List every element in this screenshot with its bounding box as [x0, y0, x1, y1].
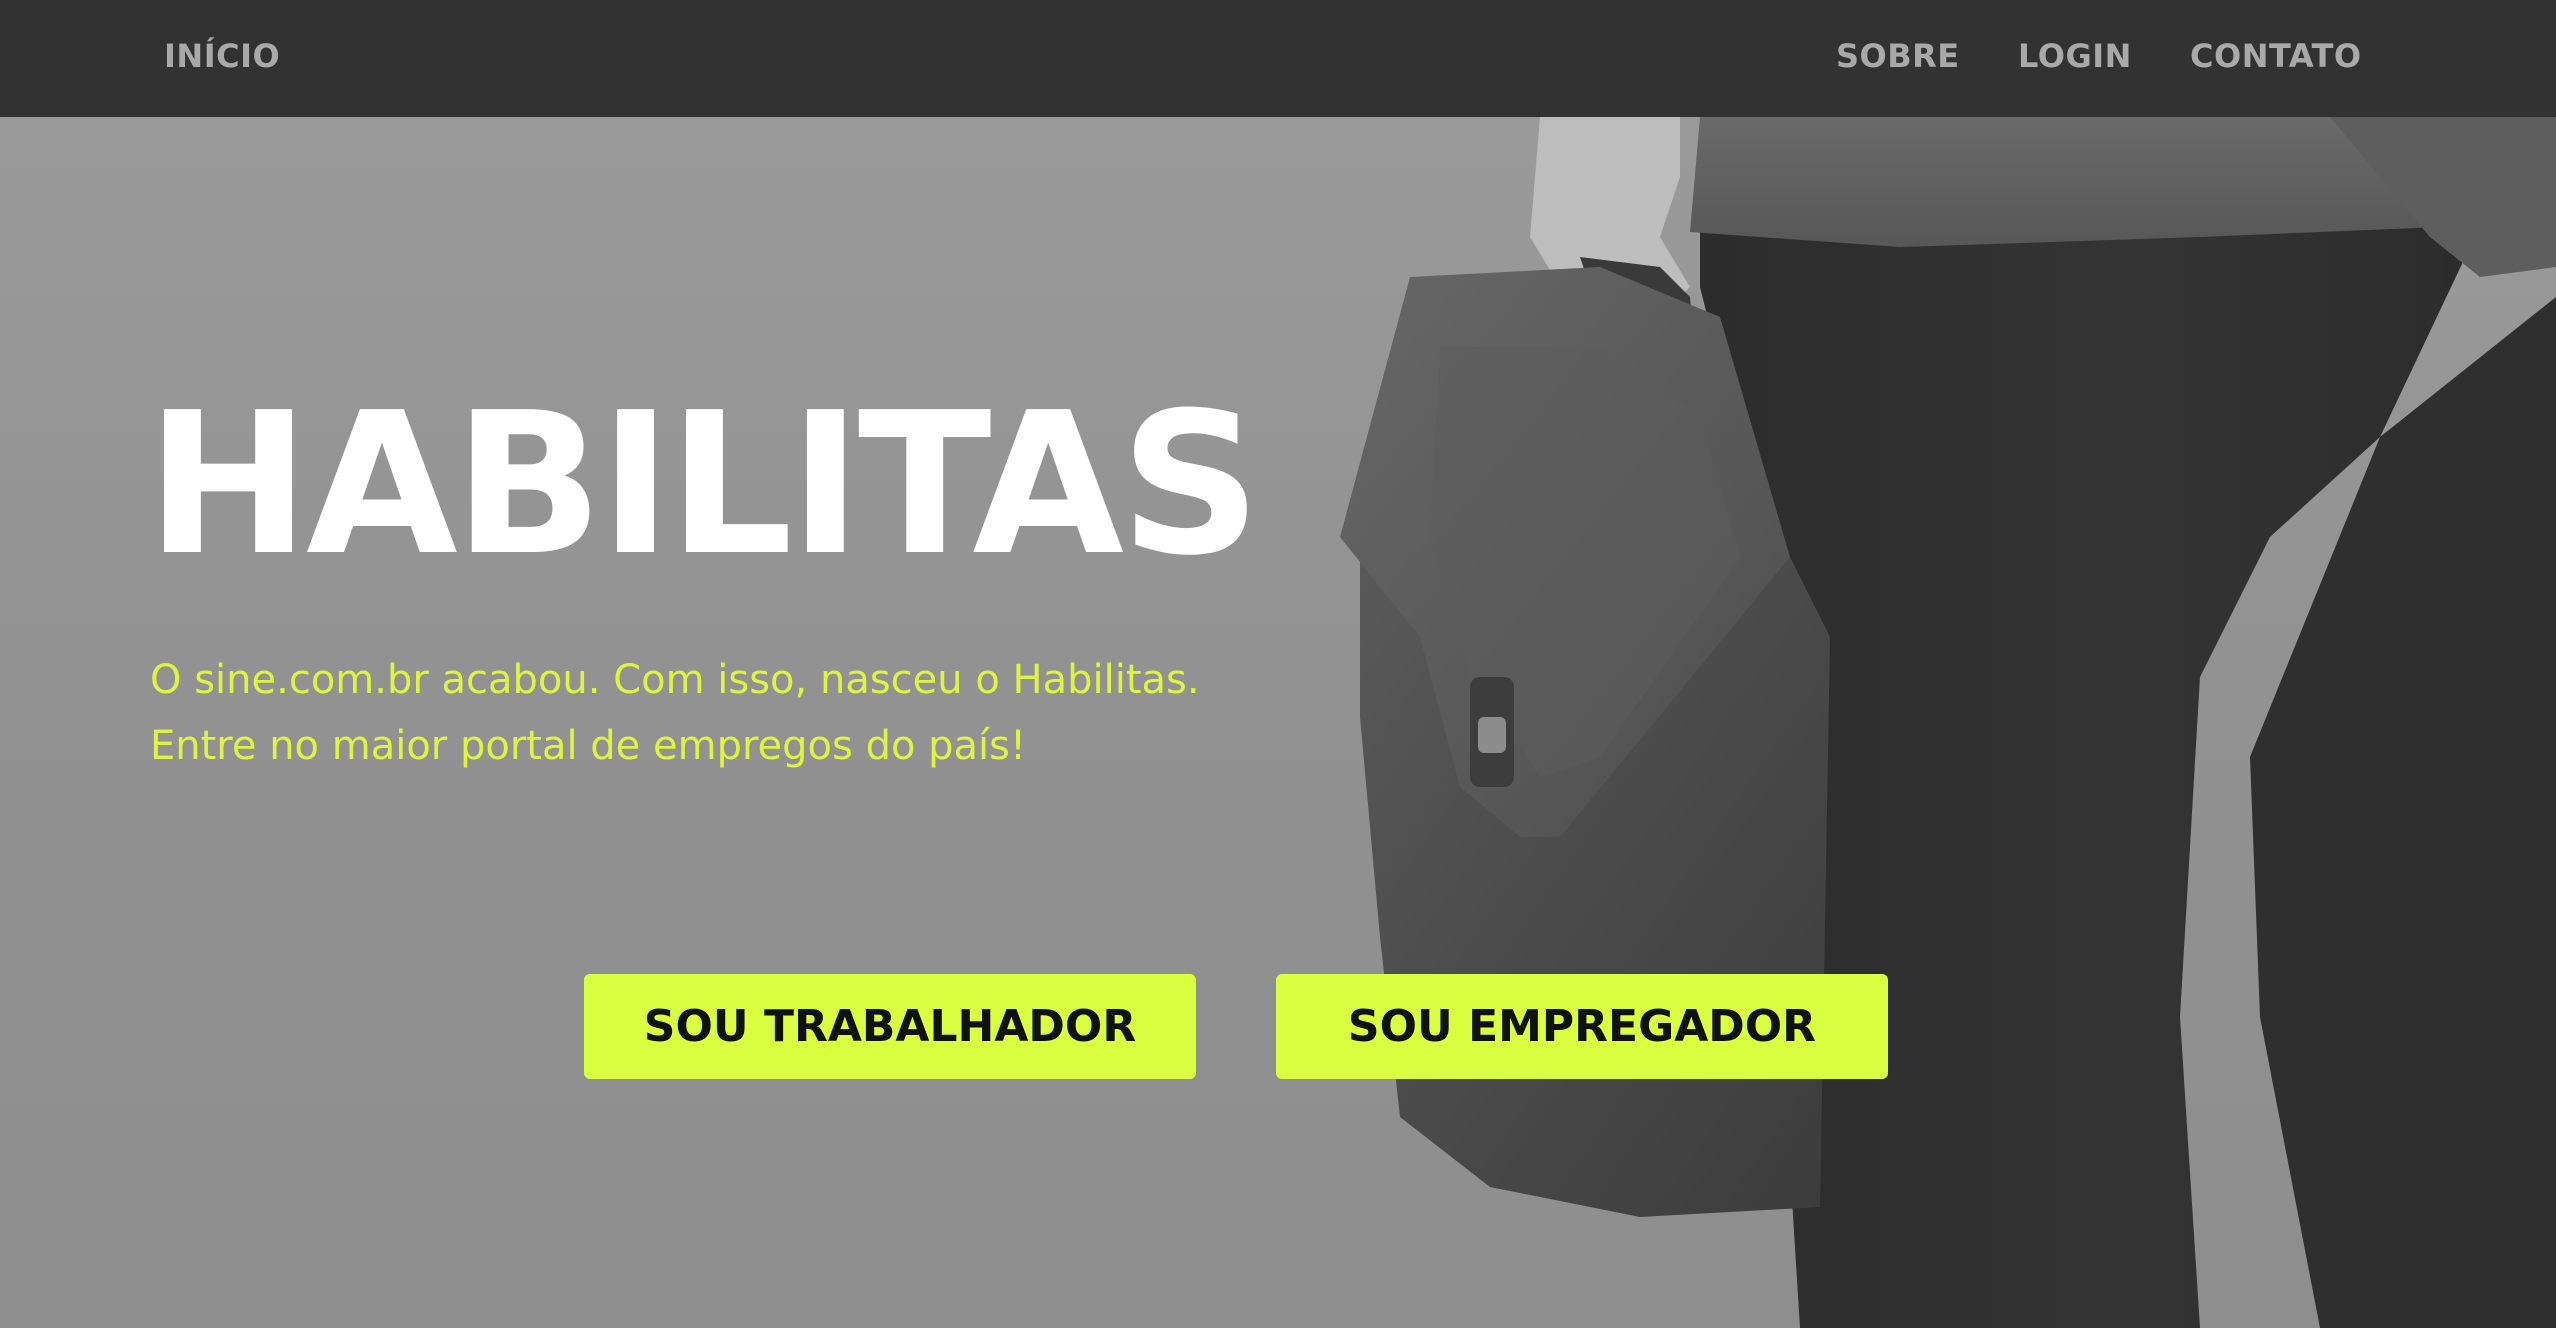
nav-link-sobre[interactable]: SOBRE — [1836, 0, 1960, 113]
sou-trabalhador-button[interactable]: SOU TRABALHADOR — [584, 974, 1196, 1079]
nav-link-contato[interactable]: CONTATO — [2190, 0, 2362, 113]
hero-title: HABILITAS — [146, 371, 1261, 599]
nav-link-inicio[interactable]: INÍCIO — [164, 0, 280, 113]
hero-subtitle-line-2: Entre no maior portal de empregos do paí… — [150, 723, 1027, 769]
hero-section: HABILITAS O sine.com.br acabou. Com isso… — [0, 117, 2556, 1328]
hero-subtitle-line-1: O sine.com.br acabou. Com isso, nasceu o… — [150, 657, 1200, 703]
hero-subtitle: O sine.com.br acabou. Com isso, nasceu o… — [150, 647, 1200, 779]
nav-link-login[interactable]: LOGIN — [2018, 0, 2132, 113]
top-navbar: INÍCIO SOBRE LOGIN CONTATO — [0, 0, 2556, 117]
sou-empregador-button[interactable]: SOU EMPREGADOR — [1276, 974, 1888, 1079]
